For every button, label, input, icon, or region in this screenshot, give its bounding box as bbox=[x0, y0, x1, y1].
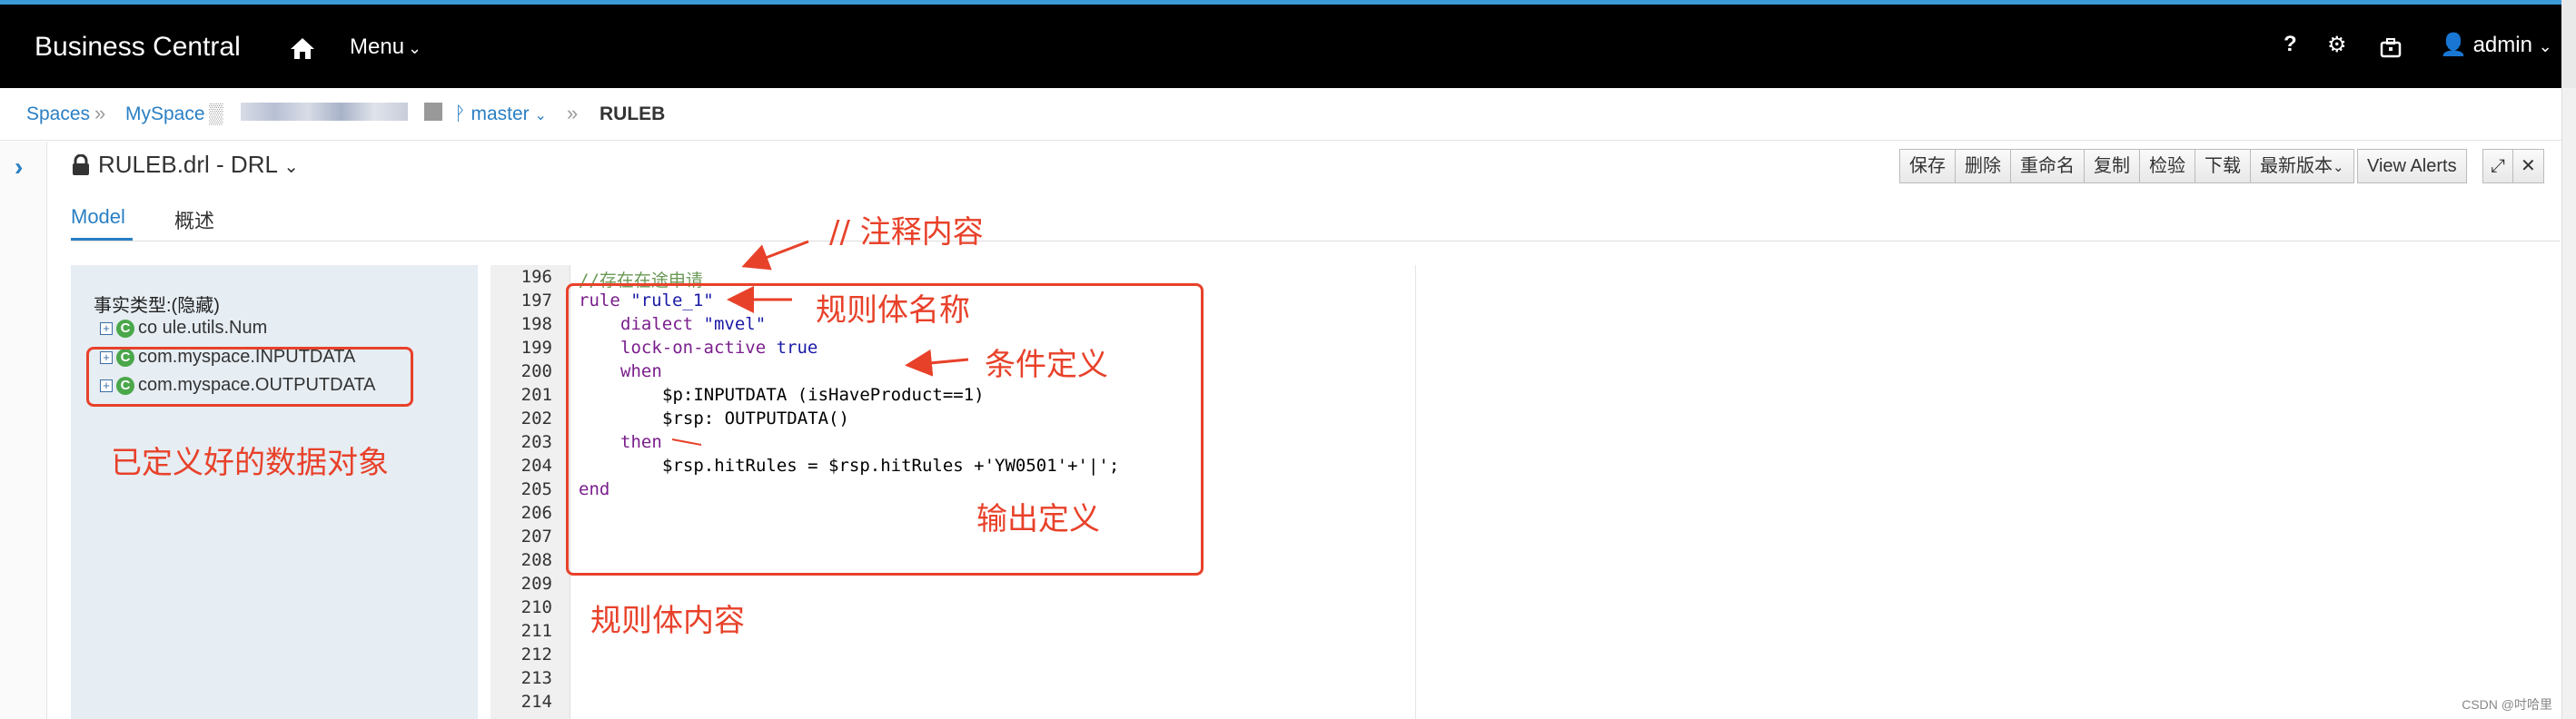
line-number: 211 bbox=[520, 621, 552, 641]
latest-version-dropdown[interactable]: 最新版本⌄ bbox=[2250, 149, 2354, 183]
breadcrumb-spaces[interactable]: Spaces bbox=[26, 103, 90, 125]
line-number: 196 bbox=[520, 267, 552, 287]
menu-label: Menu bbox=[350, 34, 405, 59]
annotation-comment: // 注释内容 bbox=[829, 214, 984, 251]
tab-model[interactable]: Model bbox=[71, 205, 125, 229]
breadcrumb-separator-icon: » bbox=[94, 102, 106, 124]
redacted-project bbox=[241, 103, 408, 121]
breadcrumb-current: RULEB bbox=[599, 103, 666, 124]
redacted-block bbox=[424, 103, 442, 121]
expand-icon[interactable]: ⤢ bbox=[2482, 149, 2513, 183]
line-number: 214 bbox=[520, 692, 552, 712]
download-button[interactable]: 下载 bbox=[2195, 149, 2251, 183]
breadcrumb: Spaces » MySpace ▒ ᚹ master ⌄ » RULEB bbox=[0, 88, 2561, 141]
save-button[interactable]: 保存 bbox=[1899, 149, 1956, 183]
annotation-rule-name: 规则体名称 bbox=[816, 292, 970, 329]
alerts-toolbar: View Alerts bbox=[2357, 149, 2467, 183]
line-number: 213 bbox=[520, 668, 552, 688]
navbar-scrollbar-track bbox=[2561, 0, 2576, 88]
rename-button[interactable]: 重命名 bbox=[2010, 149, 2085, 183]
line-number: 197 bbox=[520, 291, 552, 310]
branch-icon: ᚹ bbox=[454, 103, 466, 124]
line-number: 203 bbox=[520, 432, 552, 452]
home-icon[interactable] bbox=[289, 35, 316, 61]
gear-icon[interactable]: ⚙ bbox=[2327, 32, 2347, 58]
branch-selector[interactable]: ᚹ master ⌄ bbox=[454, 103, 547, 125]
annotation-condition: 条件定义 bbox=[985, 347, 1108, 383]
view-alerts-button[interactable]: View Alerts bbox=[2357, 149, 2467, 183]
delete-button[interactable]: 删除 bbox=[1955, 149, 2011, 183]
file-title: RULEB.drl - DRL bbox=[98, 151, 277, 178]
annotation-rule-body: 规则体内容 bbox=[590, 603, 745, 639]
line-number: 200 bbox=[520, 361, 552, 381]
watermark: CSDN @吋哈里 bbox=[2462, 697, 2552, 712]
line-number: 207 bbox=[520, 527, 552, 547]
line-number: 199 bbox=[520, 338, 552, 358]
help-icon[interactable]: ? bbox=[2284, 32, 2297, 57]
page-scrollbar[interactable] bbox=[2561, 88, 2576, 719]
app-brand[interactable]: Business Central bbox=[35, 32, 241, 63]
class-icon: C bbox=[116, 319, 134, 338]
line-number: 204 bbox=[520, 456, 552, 476]
fact-item[interactable]: + Cco ule.utils.Num bbox=[100, 317, 267, 339]
chevron-down-icon: ⌄ bbox=[283, 157, 299, 177]
chevron-right-icon[interactable]: › bbox=[15, 153, 23, 182]
line-number: 208 bbox=[520, 550, 552, 570]
user-menu[interactable]: 👤 admin ⌄ bbox=[2440, 32, 2552, 58]
line-number: 209 bbox=[520, 574, 552, 594]
line-number: 205 bbox=[520, 479, 552, 499]
close-icon[interactable]: ✕ bbox=[2512, 149, 2544, 183]
latest-version-label: 最新版本 bbox=[2260, 156, 2333, 176]
annotation-output: 输出定义 bbox=[976, 501, 1100, 537]
breadcrumb-space[interactable]: MySpace bbox=[125, 103, 205, 125]
chevron-down-icon: ⌄ bbox=[2538, 37, 2552, 55]
breadcrumb-separator-icon: ▒ bbox=[209, 102, 223, 124]
briefcase-icon[interactable] bbox=[2380, 37, 2402, 59]
chevron-down-icon: ⌄ bbox=[408, 39, 422, 57]
user-name: admin bbox=[2472, 33, 2532, 57]
window-toolbar: ⤢ ✕ bbox=[2482, 149, 2544, 183]
line-number: 210 bbox=[520, 597, 552, 617]
chevron-down-icon: ⌄ bbox=[534, 108, 547, 123]
arrow-to-comment bbox=[741, 240, 809, 271]
line-number: 198 bbox=[520, 314, 552, 334]
annotation-data-objects: 已定义好的数据对象 bbox=[111, 445, 389, 481]
line-number: 206 bbox=[520, 503, 552, 523]
validate-button[interactable]: 检验 bbox=[2139, 149, 2195, 183]
top-navbar: Business Central Menu ⌄ ? ⚙ 👤 admin ⌄ bbox=[0, 0, 2576, 88]
main-menu[interactable]: Menu ⌄ bbox=[350, 34, 421, 60]
tab-overview[interactable]: 概述 bbox=[174, 205, 214, 234]
branch-label: master bbox=[471, 103, 530, 124]
explorer-collapsed-strip: › bbox=[0, 142, 47, 719]
expand-plus-icon[interactable]: + bbox=[100, 321, 113, 335]
breadcrumb-separator-icon: » bbox=[567, 102, 579, 124]
chevron-down-icon: ⌄ bbox=[2333, 160, 2344, 175]
line-number: 201 bbox=[520, 385, 552, 405]
editor-title[interactable]: RULEB.drl - DRL ⌄ bbox=[98, 151, 299, 179]
editor-toolbar: 保存 删除 重命名 复制 检验 下载 最新版本⌄ bbox=[1899, 149, 2354, 183]
editor-print-margin bbox=[1415, 265, 1416, 719]
copy-button[interactable]: 复制 bbox=[2084, 149, 2140, 183]
line-number: 202 bbox=[520, 409, 552, 428]
fact-types-label: 事实类型:(隐藏) bbox=[94, 296, 220, 316]
user-icon: 👤 bbox=[2440, 33, 2467, 57]
line-number: 212 bbox=[520, 645, 552, 665]
data-objects-highlight-box bbox=[86, 347, 413, 407]
lock-icon bbox=[73, 154, 89, 175]
fact-item-label: co ule.utils.Num bbox=[138, 318, 268, 338]
